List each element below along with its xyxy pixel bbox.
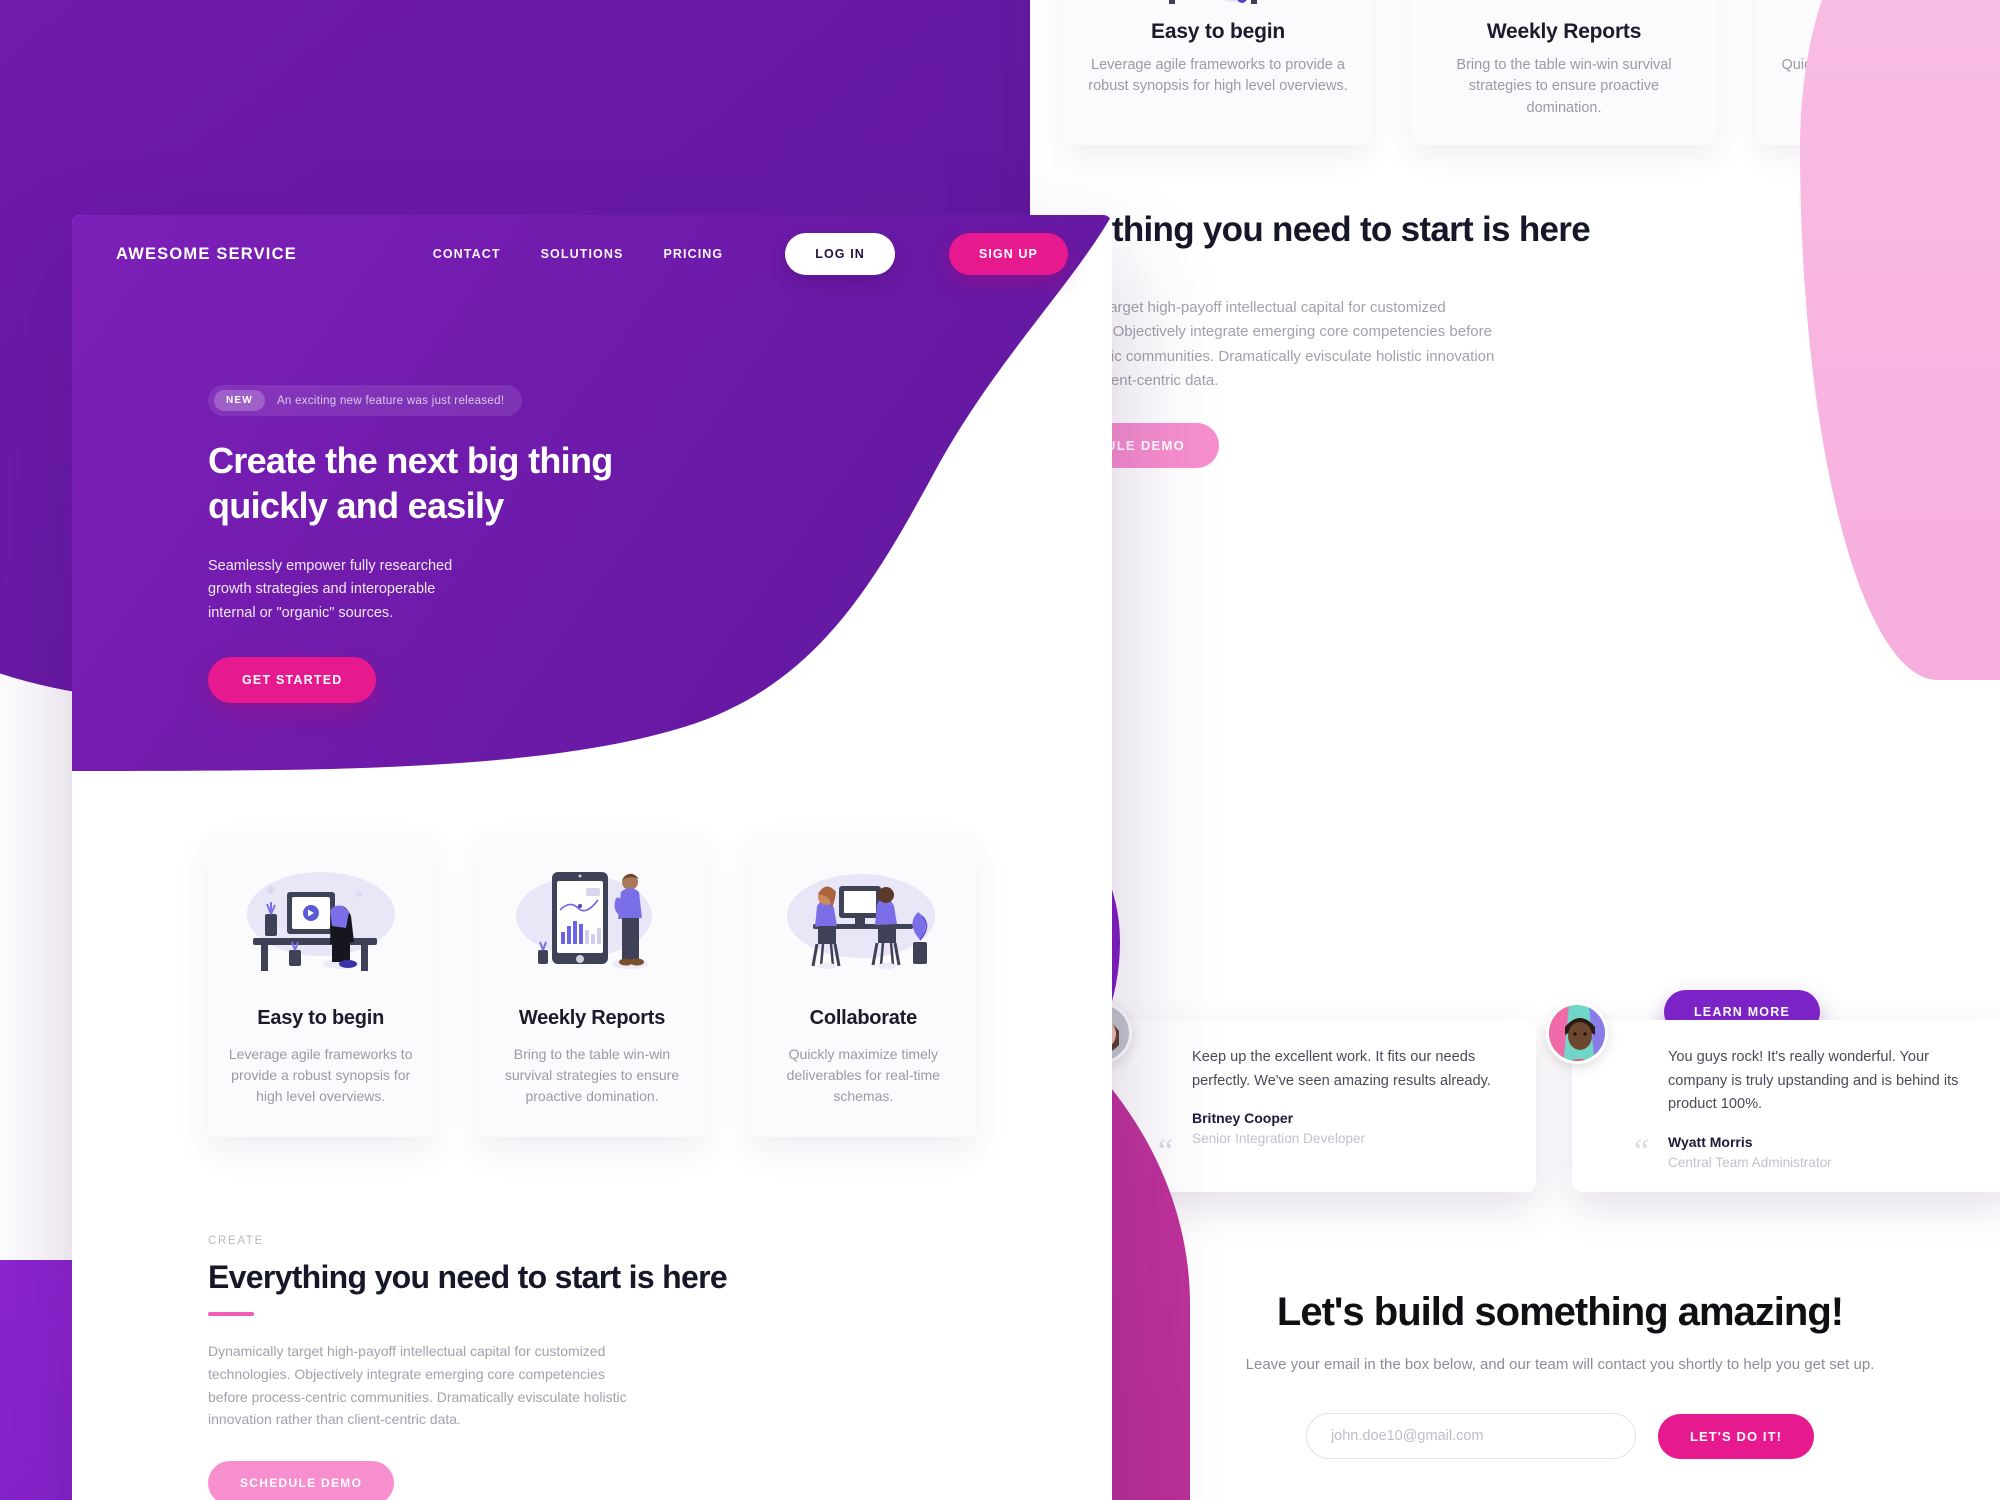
lets-do-it-button[interactable]: LET'S DO IT! <box>1657 1413 1815 1459</box>
feature-card[interactable]: Weekly Reports Bring to the table win-wi… <box>479 835 705 1137</box>
create-body: Dynamically target high-payoff intellect… <box>208 1343 627 1428</box>
desk-video-illustration <box>228 859 413 979</box>
title-rule <box>1760 853 1820 856</box>
background-feature-card[interactable]: Weekly Reports Bring to the table win-wi… <box>1410 0 1718 146</box>
testimonial-role: Central Team Administrator <box>1668 1154 1832 1170</box>
feature-card-body: Bring to the table win-win survival stra… <box>504 1046 680 1104</box>
feature-card-title: Collaborate <box>809 1007 918 1029</box>
testimonial-name: Britney Cooper <box>1192 1110 1294 1127</box>
create-title: Everything you need to start is here <box>208 1259 728 1295</box>
background-page-preview: Easy to begin Leverage agile frameworks … <box>1030 0 2000 1500</box>
background-grow-eyebrow: GROW <box>1773 770 1820 784</box>
team-desk-illustration <box>1778 0 2000 6</box>
background-grow-section: GROW Unlock your potential Credibly rein… <box>1180 770 1821 1035</box>
testimonial-quote: You guys rock! It's really wonderful. Yo… <box>1668 1049 1959 1113</box>
schedule-demo-button[interactable]: SCHEDULE DEMO <box>208 1461 395 1500</box>
testimonial-card[interactable]: Keep up the excellent work. It fits our … <box>1070 1002 1536 1192</box>
email-input[interactable] <box>1305 1413 1636 1459</box>
foreground-page-preview: AWESOME SERVICE CONTACT SOLUTIONS PRICIN… <box>72 215 1112 1500</box>
background-feature-card-title: Easy to begin <box>1151 20 1285 43</box>
hero-content: NEW An exciting new feature was just rel… <box>72 215 732 704</box>
signup-button[interactable]: SIGN UP <box>948 233 1068 275</box>
background-feature-card-title: Collaborate <box>1853 20 1967 43</box>
create-eyebrow: CREATE <box>208 1235 264 1247</box>
background-feature-card-list: Easy to begin Leverage agile frameworks … <box>1064 0 2000 146</box>
feature-card-list: Easy to begin Leverage agile frameworks … <box>208 835 976 1137</box>
grow-eyebrow: GROW <box>960 1485 1004 1497</box>
cta-body: Leave your email in the box below, and o… <box>1245 1356 1875 1373</box>
screenshot-canvas: Easy to begin Leverage agile frameworks … <box>0 0 2000 1500</box>
desk-video-illustration <box>1086 0 1350 6</box>
tablet-chart-illustration <box>499 859 684 979</box>
title-rule <box>208 1312 254 1316</box>
tablet-chart-illustration <box>1432 0 1696 6</box>
background-feature-card[interactable]: Easy to begin Leverage agile frameworks … <box>1064 0 1372 146</box>
create-section: CREATE Everything you need to start is h… <box>208 1235 808 1500</box>
hero-title-line-1: Create the next big thing <box>208 440 613 481</box>
login-button[interactable]: LOG IN <box>785 233 895 275</box>
feature-card-body: Quickly maximize timely deliverables for… <box>786 1046 940 1104</box>
new-feature-text: An exciting new feature was just release… <box>276 394 505 407</box>
cta-title: Let's build something amazing! <box>1276 1290 1844 1334</box>
feature-card[interactable]: Collaborate Quickly maximize timely deli… <box>750 835 976 1137</box>
feature-card-title: Easy to begin <box>257 1007 385 1029</box>
background-feature-card[interactable]: Collaborate Quickly maximize timely deli… <box>1756 0 2000 146</box>
feature-card-body: Leverage agile frameworks to provide a r… <box>228 1046 413 1104</box>
feature-card-title: Weekly Reports <box>518 1007 666 1029</box>
feature-card[interactable]: Easy to begin Leverage agile frameworks … <box>208 835 434 1137</box>
avatar <box>1546 1002 1608 1064</box>
background-grow-body: Credibly reintermediate backend ideas fo… <box>1229 888 1820 954</box>
background-feature-card-title: Weekly Reports <box>1486 20 1642 43</box>
cta-section: Let's build something amazing! Leave you… <box>1030 1290 2000 1459</box>
testimonial-card[interactable]: You guys rock! It's really wonderful. Yo… <box>1546 1002 2000 1192</box>
testimonial-quote: Keep up the excellent work. It fits our … <box>1192 1049 1491 1089</box>
team-desk-illustration <box>771 859 956 979</box>
background-create-title: Everything you need to start is here <box>1030 210 1591 249</box>
grow-section: GROW Unlock your potential Credibly rein… <box>404 1485 1004 1500</box>
testimonial-name: Wyatt Morris <box>1668 1133 1753 1150</box>
background-create-section: Everything you need to start is here Dyn… <box>1030 210 1720 469</box>
background-feature-card-body: Bring to the table win-win survival stra… <box>1456 57 1672 116</box>
hero-title-line-2: quickly and easily <box>208 485 504 527</box>
testimonial-role: Senior Integration Developer <box>1192 1131 1366 1147</box>
background-grow-title: Unlock your potential <box>1485 798 1821 836</box>
new-feature-banner[interactable]: NEW An exciting new feature was just rel… <box>208 385 523 416</box>
hero-title: Create the next big thing quickly and ea… <box>208 438 732 529</box>
new-badge: NEW <box>214 390 265 411</box>
background-feature-card-body: Leverage agile frameworks to provide a r… <box>1088 57 1348 95</box>
background-feature-card-body: Quickly maximize timely deliverables for… <box>1781 57 2000 95</box>
hero-subtitle: Seamlessly empower fully researched grow… <box>208 557 453 621</box>
get-started-button[interactable]: GET STARTED <box>208 657 377 704</box>
